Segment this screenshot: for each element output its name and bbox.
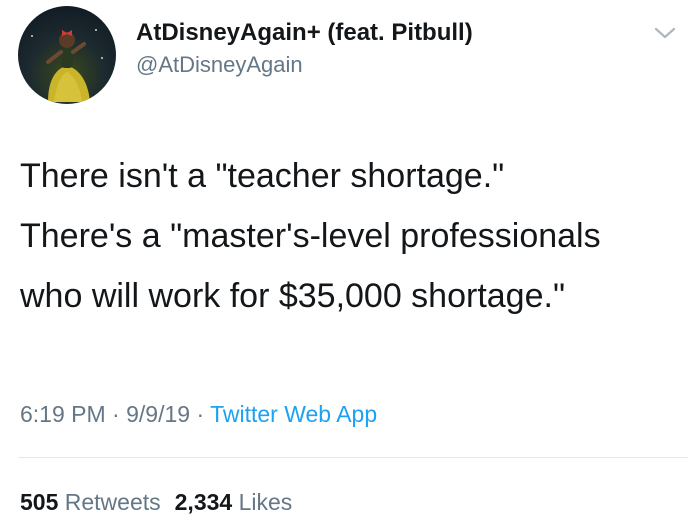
author-handle[interactable]: @AtDisneyAgain	[136, 50, 473, 80]
tweet-text: There isn't a "teacher shortage." There'…	[20, 157, 601, 315]
meta-separator: ·	[190, 401, 211, 427]
tweet-meta: 6:19 PM · 9/9/19 · Twitter Web App	[20, 398, 377, 430]
tweet-author: AtDisneyAgain+ (feat. Pitbull) @AtDisney…	[136, 18, 473, 80]
tweet-menu-button[interactable]	[652, 22, 678, 44]
tweet-time[interactable]: 6:19 PM	[20, 401, 106, 427]
likes-label: Likes	[238, 489, 293, 515]
tweet-date[interactable]: 9/9/19	[126, 401, 190, 427]
tweet-source-link[interactable]: Twitter Web App	[210, 401, 377, 427]
person-in-yellow-gown-avatar-icon	[31, 29, 103, 102]
meta-separator: ·	[105, 401, 127, 427]
divider	[18, 457, 688, 458]
likes-count: 2,334	[174, 489, 233, 515]
retweets-stat[interactable]: 505 Retweets	[20, 489, 161, 515]
chevron-down-icon	[654, 27, 676, 39]
retweets-count: 505	[20, 489, 59, 515]
avatar[interactable]	[18, 6, 116, 104]
likes-stat[interactable]: 2,334 Likes	[175, 489, 293, 515]
retweets-label: Retweets	[64, 489, 161, 515]
author-display-name[interactable]: AtDisneyAgain+ (feat. Pitbull)	[136, 18, 473, 48]
tweet-stats: 505 Retweets 2,334 Likes	[20, 486, 292, 518]
